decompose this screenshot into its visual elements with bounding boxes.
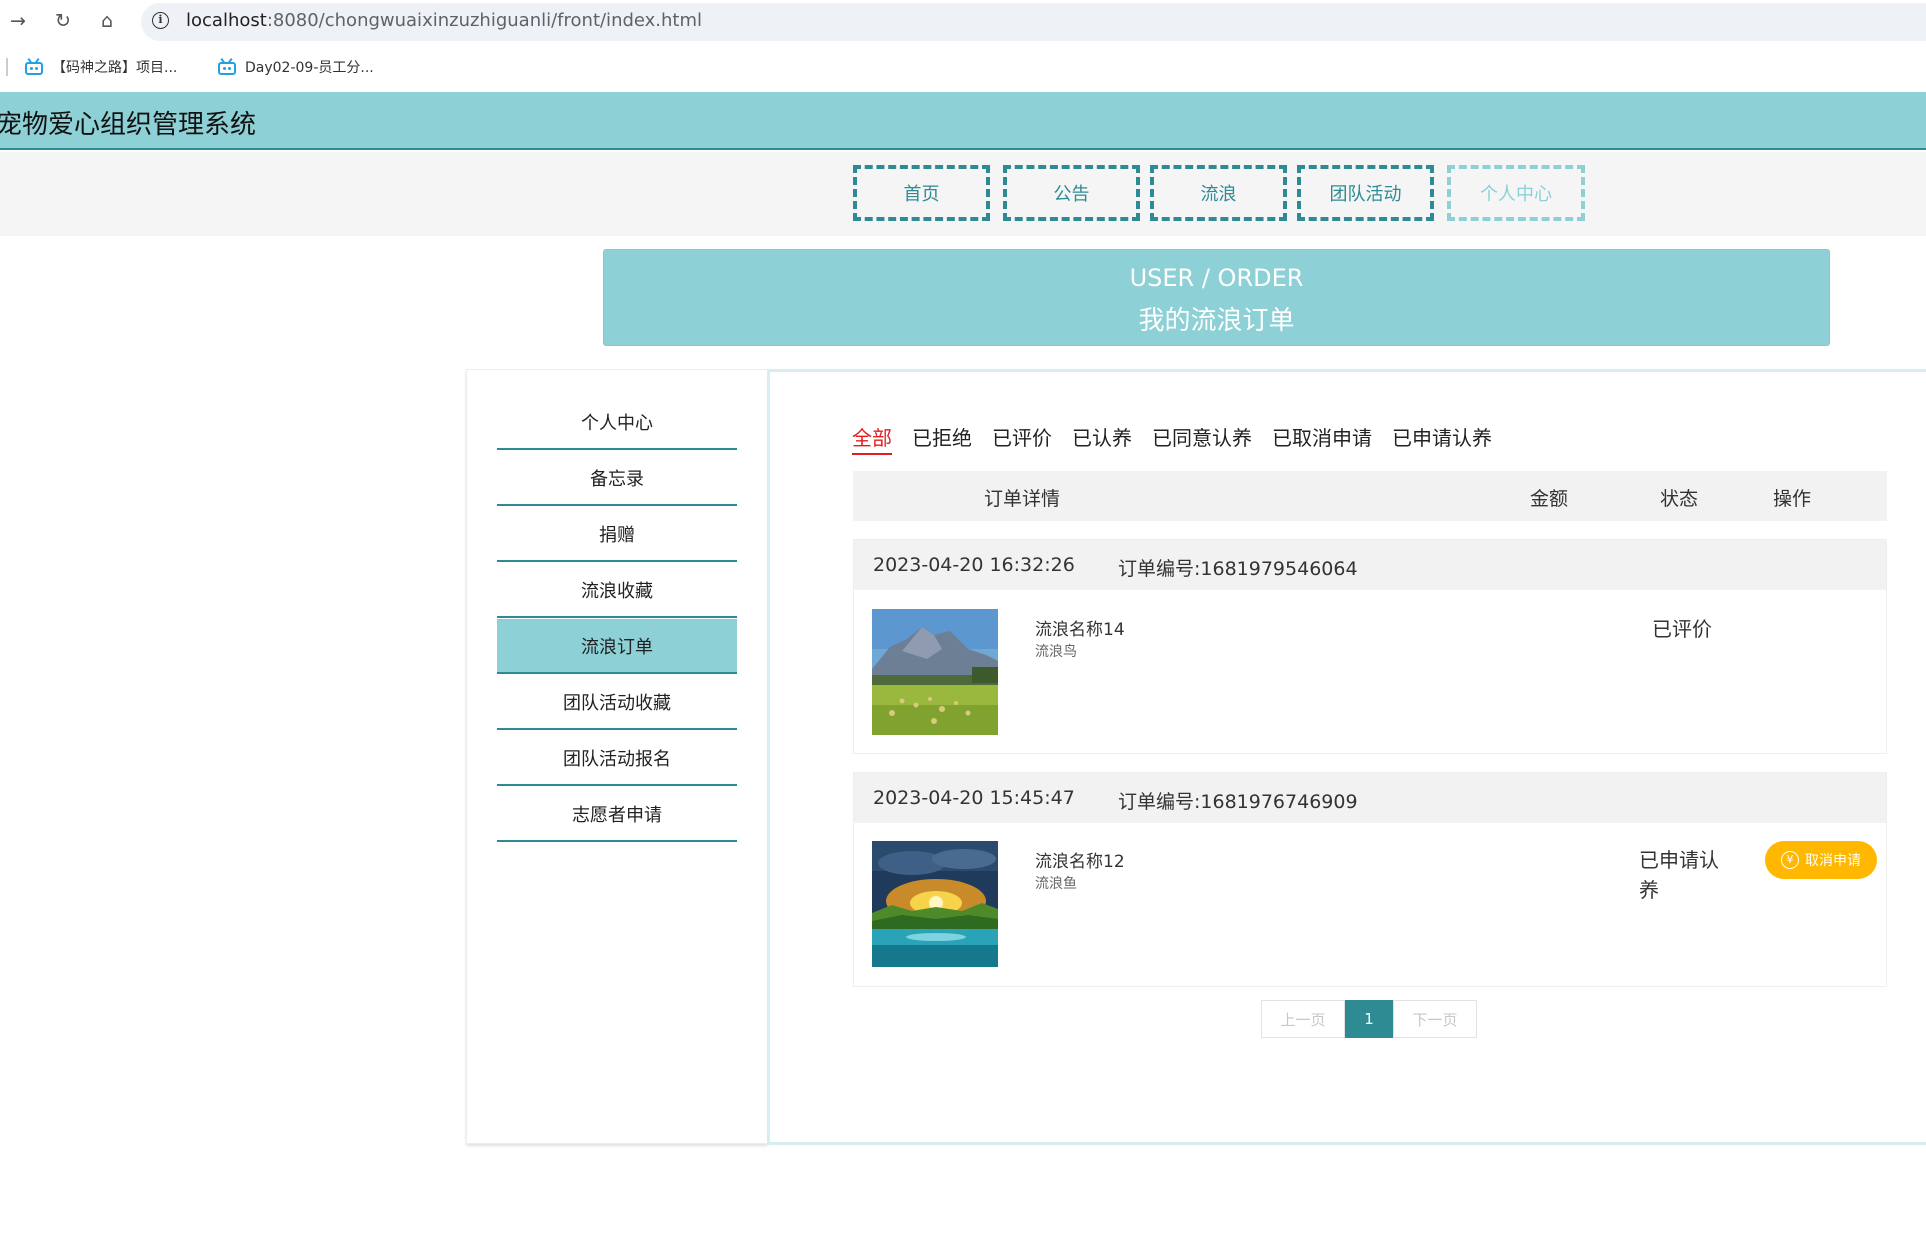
header-amount: 金额 — [1530, 488, 1569, 510]
order-card: 2023-04-20 15:45:47 订单编号:1681976746909 流… — [853, 772, 1887, 987]
yen-icon: ¥ — [1781, 851, 1799, 869]
app-title: 宠物爱心组织管理系统 — [0, 110, 257, 140]
header-action: 操作 — [1773, 488, 1812, 510]
sidebar-item-donation[interactable]: 捐赠 — [497, 507, 737, 562]
url-host: localhost — [186, 10, 267, 31]
tab-reviewed[interactable]: 已评价 — [992, 422, 1052, 455]
sidebar-item-memo[interactable]: 备忘录 — [497, 451, 737, 506]
nav-team-activity[interactable]: 团队活动 — [1297, 165, 1434, 221]
url-text[interactable]: localhost:8080/chongwuaixinzuzhiguanli/f… — [186, 10, 702, 31]
order-time: 2023-04-20 16:32:26 — [873, 554, 1075, 576]
nav-stray[interactable]: 流浪 — [1150, 165, 1287, 221]
top-nav: 首页 公告 流浪 团队活动 个人中心 — [0, 152, 1926, 236]
order-header: 2023-04-20 16:32:26 订单编号:1681979546064 — [854, 540, 1886, 590]
banner-title-zh: 我的流浪订单 — [1138, 306, 1295, 336]
header-detail: 订单详情 — [984, 488, 1061, 510]
home-icon[interactable]: ⌂ — [95, 9, 119, 33]
pagination: 上一页 1 下一页 — [1261, 1000, 1477, 1038]
reload-icon[interactable]: ↻ — [51, 9, 75, 33]
page: → ↻ ⌂ i localhost:8080/chongwuaixinzuzhi… — [0, 0, 1926, 1247]
bookmark-item[interactable]: 【码神之路】项目... — [24, 56, 177, 78]
tab-adoption-approved[interactable]: 已同意认养 — [1152, 422, 1252, 455]
order-time: 2023-04-20 15:45:47 — [873, 787, 1075, 809]
bookmark-item[interactable]: Day02-09-员工分... — [217, 56, 374, 78]
sidebar-item-volunteer-apply[interactable]: 志愿者申请 — [497, 787, 737, 842]
banner-title-en: USER / ORDER — [1129, 264, 1304, 292]
tab-rejected[interactable]: 已拒绝 — [912, 422, 972, 455]
header-status: 状态 — [1660, 488, 1699, 510]
cancel-application-button[interactable]: ¥ 取消申请 — [1765, 841, 1877, 879]
order-header: 2023-04-20 15:45:47 订单编号:1681976746909 — [854, 773, 1886, 823]
table-header: 订单详情 金额 状态 操作 — [853, 471, 1887, 521]
bilibili-tv-icon — [217, 57, 237, 76]
forward-arrow-icon[interactable]: → — [6, 9, 30, 33]
pet-name: 流浪名称12 — [1035, 852, 1125, 872]
status-tabs: 全部 已拒绝 已评价 已认养 已同意认养 已取消申请 已申请认养 — [852, 422, 1512, 455]
order-number: 订单编号:1681979546064 — [1118, 558, 1358, 580]
page-banner: USER / ORDER 我的流浪订单 — [603, 249, 1830, 346]
pet-name: 流浪名称14 — [1035, 620, 1125, 640]
sidebar-item-activity-signup[interactable]: 团队活动报名 — [497, 731, 737, 786]
sidebar-item-user-center[interactable]: 个人中心 — [497, 395, 737, 450]
url-path: :8080/chongwuaixinzuzhiguanli/front/inde… — [266, 10, 703, 31]
nav-home[interactable]: 首页 — [853, 165, 990, 221]
page-1-button[interactable]: 1 — [1345, 1000, 1393, 1038]
site-info-icon[interactable]: i — [152, 12, 169, 29]
cancel-application-label: 取消申请 — [1805, 853, 1861, 869]
pet-type: 流浪鸟 — [1035, 644, 1077, 660]
sidebar-item-stray-orders[interactable]: 流浪订单 — [497, 619, 737, 674]
bookmark-label: 【码神之路】项目... — [52, 60, 178, 76]
user-sidebar: 个人中心 备忘录 捐赠 流浪收藏 流浪订单 团队活动收藏 团队活动报名 志愿者申… — [466, 369, 768, 1144]
nav-notice[interactable]: 公告 — [1003, 165, 1140, 221]
prev-page-button[interactable]: 上一页 — [1261, 1000, 1345, 1038]
sidebar-item-activity-favorites[interactable]: 团队活动收藏 — [497, 675, 737, 730]
orders-panel: 全部 已拒绝 已评价 已认养 已同意认养 已取消申请 已申请认养 订单详情 金额… — [767, 369, 1926, 1145]
order-card: 2023-04-20 16:32:26 订单编号:1681979546064 流… — [853, 539, 1887, 754]
tab-adopted[interactable]: 已认养 — [1072, 422, 1132, 455]
pet-type: 流浪鱼 — [1035, 876, 1077, 892]
bookmark-label: Day02-09-员工分... — [245, 60, 374, 76]
order-status: 已申请认养 — [1639, 848, 1719, 902]
order-status: 已评价 — [1652, 617, 1712, 641]
pet-image[interactable] — [872, 841, 998, 967]
bilibili-tv-icon — [24, 57, 44, 76]
bookmarks-separator — [6, 58, 8, 76]
tab-adoption-applied[interactable]: 已申请认养 — [1392, 422, 1492, 455]
pet-image[interactable] — [872, 609, 998, 735]
browser-toolbar: → ↻ ⌂ i localhost:8080/chongwuaixinzuzhi… — [0, 0, 1926, 43]
tab-all[interactable]: 全部 — [852, 422, 892, 455]
tab-application-cancelled[interactable]: 已取消申请 — [1272, 422, 1372, 455]
bookmarks-bar: 【码神之路】项目... Day02-09-员工分... — [0, 47, 1926, 87]
app-header: 宠物爱心组织管理系统 — [0, 92, 1926, 150]
sidebar-item-stray-favorites[interactable]: 流浪收藏 — [497, 563, 737, 618]
order-number: 订单编号:1681976746909 — [1118, 791, 1358, 813]
nav-user-center[interactable]: 个人中心 — [1447, 165, 1585, 221]
next-page-button[interactable]: 下一页 — [1393, 1000, 1477, 1038]
